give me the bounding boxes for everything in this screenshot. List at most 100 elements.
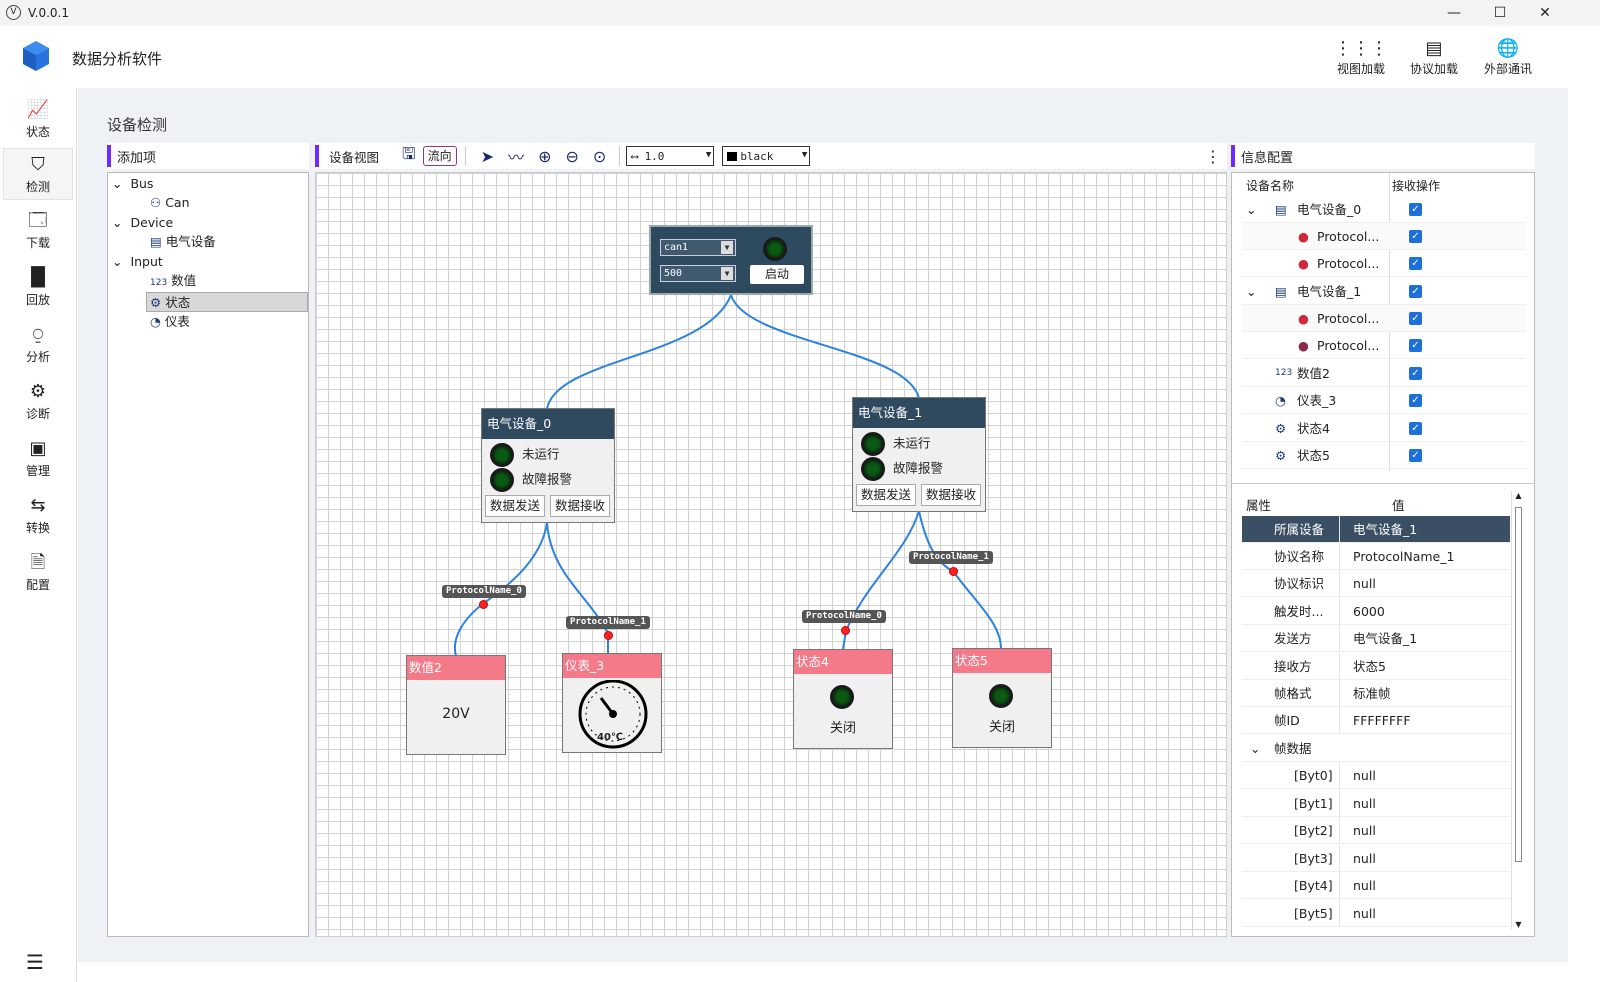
protocol-label[interactable]: ProtocolName_0 (442, 585, 526, 598)
save-icon[interactable]: 🖫 (402, 143, 416, 170)
external-comm-button[interactable]: 🌐 外部通讯 (1478, 38, 1538, 77)
receive-checkbox[interactable]: ✓ (1409, 339, 1422, 352)
protocol-dot[interactable] (841, 626, 850, 635)
tree-node-electric-device[interactable]: ▤ 电气设备 (150, 232, 216, 252)
protocol-label[interactable]: ProtocolName_1 (566, 616, 650, 629)
receive-checkbox[interactable]: ✓ (1409, 230, 1422, 243)
prop-row[interactable]: 所属设备 电气设备_1 (1242, 516, 1510, 543)
prop-row[interactable]: [Byt4] null (1242, 872, 1510, 899)
device-row[interactable]: ⌄ ▤ 电气设备_0 ✓ (1242, 196, 1526, 223)
scroll-up-icon[interactable]: ▲ (1512, 491, 1525, 500)
receive-checkbox[interactable]: ✓ (1409, 422, 1422, 435)
close-button[interactable]: ✕ (1522, 0, 1568, 26)
protocol-dot[interactable] (479, 600, 488, 609)
data-send-button[interactable]: 数据发送 (856, 484, 916, 506)
receive-checkbox[interactable]: ✓ (1409, 285, 1422, 298)
device-row[interactable]: ⌄ ▤ 电气设备_1 ✓ (1242, 278, 1526, 305)
prop-row[interactable]: 接收方 状态5 (1242, 653, 1510, 680)
nav-playback[interactable]: ▐▌ 回放 (3, 262, 73, 314)
nav-diagnose[interactable]: ⚙ 诊断 (3, 376, 73, 428)
protocol-dot[interactable] (604, 631, 613, 640)
prop-row[interactable]: [Byt1] null (1242, 790, 1510, 817)
zoom-fit-icon[interactable]: ⊙ (593, 147, 606, 166)
prop-row[interactable]: [Byt3] null (1242, 845, 1510, 872)
nav-status[interactable]: 📈 状态 (3, 94, 73, 146)
receive-checkbox[interactable]: ✓ (1409, 203, 1422, 216)
tree-node-gauge[interactable]: ◔ 仪表 (150, 312, 190, 332)
tree-node-input[interactable]: ⌄ Input (112, 252, 163, 272)
prop-row[interactable]: 协议名称 ProtocolName_1 (1242, 543, 1510, 570)
tree-label: Can (165, 195, 190, 210)
scroll-down-icon[interactable]: ▼ (1512, 920, 1525, 929)
prop-row[interactable]: 帧ID FFFFFFFF (1242, 707, 1510, 734)
nav-detect[interactable]: ⛉ 检测 (3, 148, 73, 200)
protocol-label[interactable]: ProtocolName_0 (802, 610, 886, 623)
start-button[interactable]: 启动 (750, 265, 804, 284)
color-select[interactable]: black ▼ (722, 146, 811, 166)
protocol-row[interactable]: ● Protocol... ✓ (1242, 332, 1526, 359)
data-receive-button[interactable]: 数据接收 (921, 484, 981, 506)
prop-row[interactable]: [Byt2] null (1242, 817, 1510, 844)
nav-config[interactable]: 🗎 配置 (3, 547, 73, 599)
nav-download[interactable]: 🗔 下载 (3, 205, 73, 257)
tree-node-can[interactable]: ⚇ Can (150, 193, 190, 213)
scroll-thumb[interactable] (1515, 507, 1522, 862)
receive-checkbox[interactable]: ✓ (1409, 257, 1422, 270)
prop-row[interactable]: [Byt5] null (1242, 900, 1510, 927)
input-row[interactable]: 123 数值2 ✓ (1242, 360, 1526, 387)
receive-checkbox[interactable]: ✓ (1409, 449, 1422, 462)
protocol-row[interactable]: ● Protocol... ✓ (1242, 305, 1526, 332)
polyline-icon[interactable]: 〰 (508, 144, 524, 168)
tree-node-device[interactable]: ⌄ Device (112, 213, 173, 233)
maximize-button[interactable]: ☐ (1477, 0, 1523, 26)
prop-row[interactable]: ⌄ 帧数据 (1242, 735, 1510, 762)
minimize-button[interactable]: — (1431, 0, 1477, 26)
protocol-row[interactable]: ● Protocol... ✓ (1242, 250, 1526, 277)
prop-row[interactable]: 触发时... 6000 (1242, 598, 1510, 625)
tree-node-bus[interactable]: ⌄ Bus (112, 174, 153, 194)
channel-select[interactable]: can1 ▼ (660, 239, 736, 256)
device-node-1[interactable]: 电气设备_1 未运行 故障报警 数据发送 数据接收 (852, 397, 986, 512)
data-receive-button[interactable]: 数据接收 (550, 495, 610, 517)
tree-node-value[interactable]: 123 数值 (150, 271, 196, 291)
protocol-dot[interactable] (949, 567, 958, 576)
receive-checkbox[interactable]: ✓ (1409, 394, 1422, 407)
prop-row[interactable]: 帧格式 标准帧 (1242, 680, 1510, 707)
nav-convert[interactable]: ⇆ 转换 (3, 490, 73, 542)
view-load-button[interactable]: ⋮⋮⋮ 视图加载 (1331, 38, 1391, 77)
protocol-row[interactable]: ● Protocol... ✓ (1242, 223, 1526, 250)
can-controller[interactable]: can1 ▼ 500 ▼ 启动 (649, 225, 813, 295)
more-vertical-icon[interactable]: ⋮ (1205, 147, 1221, 166)
zoom-in-icon[interactable]: ⊕ (538, 147, 551, 166)
protocol-load-button[interactable]: ▤ 协议加载 (1404, 38, 1464, 77)
input-row[interactable]: ⚙ 状态5 ✓ (1242, 442, 1526, 469)
line-width-select[interactable]: ⟷ 1.0 ▼ (626, 146, 715, 166)
device-node-0[interactable]: 电气设备_0 未运行 故障报警 数据发送 数据接收 (481, 408, 615, 523)
prop-value: null (1353, 576, 1376, 591)
prop-row[interactable]: 发送方 电气设备_1 (1242, 625, 1510, 652)
nav-manage[interactable]: ▣ 管理 (3, 433, 73, 485)
prop-key: [Byt0] (1294, 768, 1333, 783)
flow-button[interactable]: 流向 (422, 146, 457, 166)
rate-select[interactable]: 500 ▼ (660, 265, 736, 282)
input-node-gauge[interactable]: 仪表_3 40℃ (562, 653, 662, 753)
tree-node-status[interactable]: ⚙ 状态 (146, 292, 308, 312)
prop-row[interactable]: 协议标识 null (1242, 570, 1510, 597)
prop-scrollbar[interactable]: ▲ ▼ (1511, 491, 1525, 929)
input-node-state4[interactable]: 状态4 关闭 (793, 649, 893, 749)
menu-icon[interactable]: ☰ (26, 950, 44, 974)
protocol-label[interactable]: ProtocolName_1 (909, 551, 993, 564)
pointer-icon[interactable]: ➤ (481, 147, 494, 166)
input-row[interactable]: ◔ 仪表_3 ✓ (1242, 387, 1526, 414)
data-send-button[interactable]: 数据发送 (485, 495, 545, 517)
input-node-value[interactable]: 数值2 20V (406, 655, 506, 755)
input-row[interactable]: ⚙ 状态4 ✓ (1242, 415, 1526, 442)
receive-checkbox[interactable]: ✓ (1409, 367, 1422, 380)
input-node-state5[interactable]: 状态5 关闭 (952, 648, 1052, 748)
controller-status-led (763, 237, 787, 261)
receive-checkbox[interactable]: ✓ (1409, 312, 1422, 325)
zoom-out-icon[interactable]: ⊖ (566, 147, 579, 166)
device-canvas[interactable]: can1 ▼ 500 ▼ 启动 电气设备_0 未运行 故障报警 数据发送 数据接收 … (315, 172, 1227, 937)
nav-analysis[interactable]: ⍜ 分析 (3, 319, 73, 371)
prop-row[interactable]: [Byt0] null (1242, 762, 1510, 789)
